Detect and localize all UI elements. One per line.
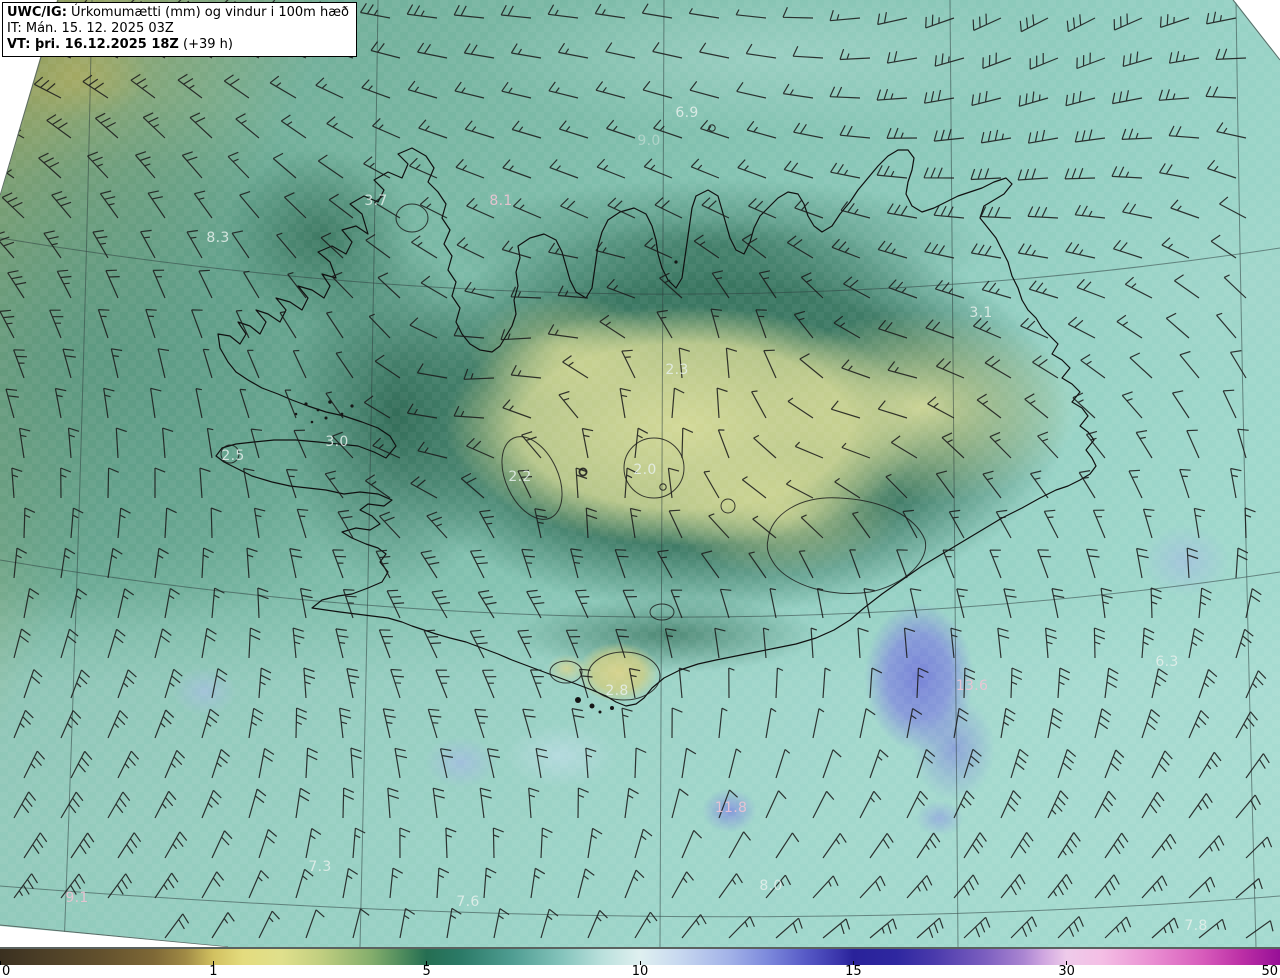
glacier-contours [220,203,927,701]
precip-max-label: 2.8 [605,683,629,699]
precip-max-label: 7.6 [456,894,480,910]
precip-max-label: 2.0 [633,462,657,478]
title-line: UWC/IG: Úrkomumætti (mm) og vindur i 100… [7,5,349,20]
weather-map-stage: 6.9 9.0 3.7 8.1 8.3 3.1 2.3 3.0 2.5 2.0 2.2 2.8 13.6… [0,0,1280,978]
islands [294,260,678,714]
precip-max-label: 6.3 [1155,654,1179,670]
precip-max-label: 2.2 [508,469,532,485]
precip-max-label: 6.9 [675,105,699,121]
precip-max-label: 7.8 [1184,918,1208,934]
colorbar-tick-label: 30 [1058,964,1075,978]
precip-max-label: 2.5 [221,448,245,464]
valid-time-line: VT: þri. 16.12.2025 18Z (+39 h) [7,37,233,52]
precip-colorbar: 0 1 5 10 15 30 50 [0,947,1280,978]
model-prefix: UWC/IG: [7,5,67,20]
precip-max-label: 13.6 [955,678,989,694]
precip-max-label: 3.7 [364,193,388,209]
precip-max-label: 7.3 [308,859,332,875]
title-box: UWC/IG: Úrkomumætti (mm) og vindur i 100… [2,2,357,57]
precip-max-label: 8.3 [206,230,230,246]
colorbar-tick-label: 1 [209,964,218,978]
precip-max-label: 9.0 [637,133,661,149]
colorbar-tick-label: 5 [422,964,431,978]
colorbar-tick-label: 0 [2,964,11,978]
colorbar-gradient [0,947,1280,965]
precip-max-label: 8.0 [759,878,783,894]
precip-max-label: 9.1 [65,890,89,906]
precip-max-label: 3.0 [325,434,349,450]
colorbar-tick-labels: 0 1 5 10 15 30 50 [0,964,1280,978]
colorbar-tick-label: 10 [631,964,649,978]
colorbar-tick-label: 50 [1261,964,1278,978]
precip-max-label: 3.1 [969,305,993,321]
init-time-line: IT: Mán. 15. 12. 2025 03Z [7,21,174,36]
colorbar-tick-label: 15 [845,964,862,978]
precip-max-label: 11.8 [714,800,748,816]
precip-max-label: 8.1 [489,193,513,209]
iceland-coastline [215,147,1097,707]
calm-wind-circle [659,483,667,491]
precip-max-label: 2.3 [665,362,689,378]
